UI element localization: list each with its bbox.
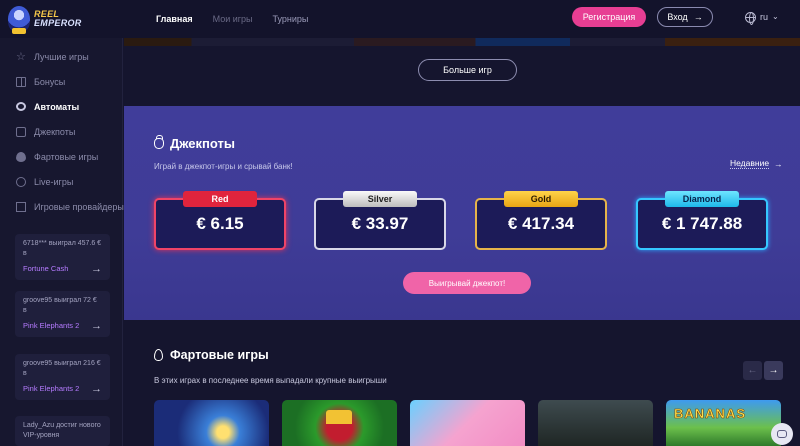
sidebar-item-hot-games[interactable]: Фартовые игры xyxy=(0,144,122,169)
jackpots-title-text: Джекпоты xyxy=(170,136,235,151)
win-game-link[interactable]: Pink Elephants 2 xyxy=(23,321,79,331)
recent-jackpots-label: Недавние xyxy=(730,158,770,169)
register-button[interactable]: Регистрация xyxy=(572,7,646,27)
win-row: Pink Elephants 2 → xyxy=(23,320,102,332)
recent-win-card[interactable]: 6718*** выиграл 457.6 € в Fortune Cash → xyxy=(15,234,110,280)
recent-win-card[interactable]: groove95 выиграл 216 € в Pink Elephants … xyxy=(15,354,110,400)
emperor-penguin-icon xyxy=(8,6,30,34)
game-thumbnail[interactable] xyxy=(538,400,653,446)
game-thumbnail-title: BANANAS xyxy=(674,406,746,422)
jackpot-label-gold: Gold xyxy=(504,191,578,207)
fire-icon xyxy=(16,151,26,162)
game-thumbnail[interactable] xyxy=(410,400,525,446)
hot-games-subtitle: В этих играх в последнее время выпадали … xyxy=(154,376,387,385)
win-game-link[interactable]: Pink Elephants 2 xyxy=(23,384,79,394)
jackpot-label-silver: Silver xyxy=(343,191,417,207)
game-thumbnail[interactable]: BANANAS xyxy=(666,400,781,446)
logo-line-2: EMPEROR xyxy=(34,18,82,28)
win-text: groove95 выиграл 216 € в xyxy=(23,360,101,377)
sidebar-item-label: Фартовые игры xyxy=(34,151,99,162)
nav-home[interactable]: Главная xyxy=(156,14,193,24)
fire-icon xyxy=(154,349,163,361)
nav-my-games[interactable]: Мои игры xyxy=(213,14,253,24)
win-game-link[interactable]: Fortune Cash xyxy=(23,264,68,274)
recent-win-card[interactable]: groove95 выиграл 72 € в Pink Elephants 2… xyxy=(15,291,110,337)
carousel-prev-button[interactable]: ← xyxy=(743,361,762,380)
arrow-right-icon: → xyxy=(774,158,783,169)
recent-jackpots-link[interactable]: Недавние → xyxy=(730,158,783,169)
jackpots-subtitle: Играй в джекпот-игры и срывай банк! xyxy=(154,162,293,171)
globe-icon xyxy=(745,11,756,25)
money-bag-icon xyxy=(154,135,164,149)
win-text: 6718*** выиграл 457.6 € в xyxy=(23,240,102,257)
jackpot-value: € 33.97 xyxy=(351,214,409,233)
recent-win-card[interactable]: Lady_Azu достиг нового VIP-уровня xyxy=(15,416,110,446)
live-icon xyxy=(16,176,26,187)
main-nav: Главная Мои игры Турниры xyxy=(156,0,308,38)
sidebar-menu: ☆ Лучшие игры Бонусы Автоматы Джекпоты Ф… xyxy=(0,38,124,219)
language-selector[interactable]: ru ⌄ xyxy=(745,10,779,25)
sidebar: ☆ Лучшие игры Бонусы Автоматы Джекпоты Ф… xyxy=(0,38,124,446)
sidebar-item-bonuses[interactable]: Бонусы xyxy=(0,69,122,94)
carousel-pager: ← → xyxy=(743,361,783,380)
gift-icon xyxy=(16,76,26,87)
win-jackpot-button[interactable]: Выигрывай джекпот! xyxy=(403,272,531,294)
win-row: Fortune Cash → xyxy=(23,263,102,275)
jackpot-label-diamond: Diamond xyxy=(665,191,739,207)
arrow-right-icon[interactable]: → xyxy=(91,263,102,275)
sidebar-item-label: Лучшие игры xyxy=(34,51,89,62)
arrow-right-icon[interactable]: → xyxy=(91,320,102,332)
sidebar-item-label: Бонусы xyxy=(34,76,66,87)
hot-games-title: Фартовые игры xyxy=(154,348,269,362)
more-games-button[interactable]: Больше игр xyxy=(418,59,517,81)
chevron-down-icon: ⌄ xyxy=(772,12,779,21)
chat-support-button[interactable] xyxy=(771,423,793,445)
nav-tournaments[interactable]: Турниры xyxy=(273,14,309,24)
site-logo[interactable]: REEL EMPEROR xyxy=(8,2,123,36)
jackpot-value: € 1 747.88 xyxy=(661,214,743,233)
arrow-right-icon[interactable]: → xyxy=(91,383,102,395)
login-button[interactable]: Вход → xyxy=(657,7,713,27)
jackpots-section: Джекпоты Играй в джекпот-игры и срывай б… xyxy=(124,106,800,320)
jackpot-value: € 6.15 xyxy=(196,214,244,233)
game-thumbnail[interactable] xyxy=(282,400,397,446)
win-text: groove95 выиграл 72 € в xyxy=(23,297,97,314)
star-icon: ☆ xyxy=(16,50,26,63)
jackpot-value: € 417.34 xyxy=(507,214,575,233)
language-label: ru xyxy=(760,12,769,22)
sidebar-item-label: Автоматы xyxy=(34,101,80,112)
sidebar-item-slots[interactable]: Автоматы xyxy=(0,94,122,119)
sidebar-item-live-games[interactable]: Live-игры xyxy=(0,169,122,194)
sidebar-item-label: Live-игры xyxy=(34,176,74,187)
win-row: Pink Elephants 2 → xyxy=(23,383,102,395)
sidebar-item-jackpots[interactable]: Джекпоты xyxy=(0,119,122,144)
slots-icon xyxy=(16,102,26,111)
jackpot-label-red: Red xyxy=(183,191,257,207)
sidebar-item-label: Игровые провайдеры xyxy=(34,201,124,212)
hot-games-title-text: Фартовые игры xyxy=(170,348,269,362)
game-thumbnail[interactable] xyxy=(154,400,269,446)
games-row-bottom-edge xyxy=(124,38,800,46)
login-label: Вход xyxy=(667,12,688,22)
top-header: REEL EMPEROR Главная Мои игры Турниры Ре… xyxy=(0,0,800,38)
main-content: Больше игр Джекпоты Играй в джекпот-игры… xyxy=(124,38,800,446)
logo-text: REEL EMPEROR xyxy=(34,10,82,28)
arrow-right-icon: → xyxy=(693,12,703,22)
win-text: Lady_Azu достиг нового VIP-уровня xyxy=(23,422,101,439)
jackpot-icon xyxy=(16,126,26,137)
chat-icon xyxy=(777,430,787,438)
carousel-next-button[interactable]: → xyxy=(764,361,783,380)
sidebar-item-best-games[interactable]: ☆ Лучшие игры xyxy=(0,44,122,69)
providers-icon xyxy=(16,201,26,212)
sidebar-item-providers[interactable]: Игровые провайдеры xyxy=(0,194,124,219)
jackpots-title: Джекпоты xyxy=(154,135,235,151)
sidebar-item-label: Джекпоты xyxy=(34,126,76,137)
